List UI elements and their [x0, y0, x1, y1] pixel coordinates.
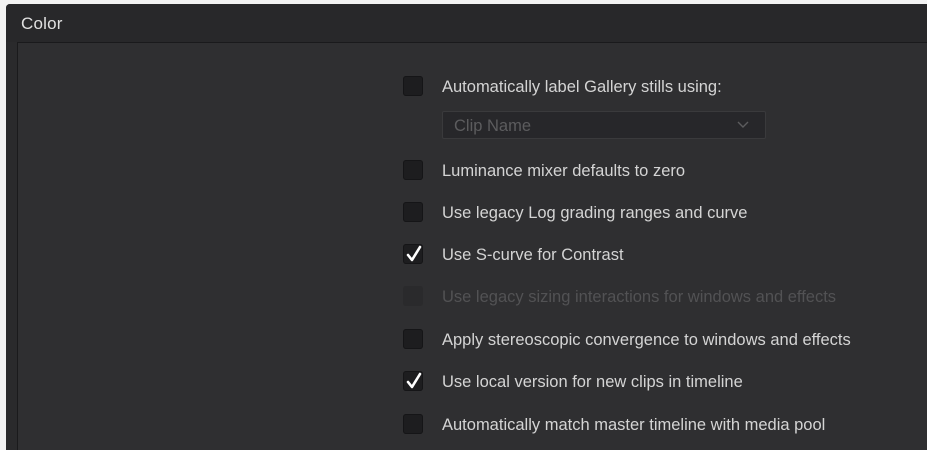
checkmark-icon: [406, 245, 422, 262]
luminance-mixer-label: Luminance mixer defaults to zero: [442, 162, 686, 180]
legacy-log-label: Use legacy Log grading ranges and curve: [442, 204, 748, 222]
gallery-label-text: Automatically label Gallery stills using…: [442, 78, 722, 96]
stereoscopic-checkbox[interactable]: [403, 329, 423, 349]
local-version-label: Use local version for new clips in timel…: [442, 373, 743, 391]
dropdown-value: Clip Name: [454, 117, 532, 135]
luminance-mixer-checkbox[interactable]: [403, 160, 423, 180]
legacy-log-checkbox[interactable]: [403, 202, 423, 222]
s-curve-checkbox[interactable]: [403, 244, 423, 264]
gallery-label-dropdown[interactable]: Clip Name: [442, 111, 766, 139]
s-curve-label: Use S-curve for Contrast: [442, 246, 624, 264]
chevron-down-icon: [737, 121, 749, 128]
checkmark-icon: [406, 372, 422, 389]
legacy-sizing-label: Use legacy sizing interactions for windo…: [442, 288, 837, 306]
local-version-checkbox[interactable]: [403, 371, 423, 391]
stereoscopic-label: Apply stereoscopic convergence to window…: [442, 331, 851, 349]
legacy-sizing-checkbox: [403, 286, 423, 306]
match-master-label: Automatically match master timeline with…: [442, 416, 826, 434]
match-master-checkbox[interactable]: [403, 414, 423, 434]
gallery-label-checkbox[interactable]: [403, 76, 423, 96]
section-header: Color: [6, 4, 927, 42]
section-title: Color: [21, 14, 63, 33]
preferences-window: Color Automatically label Gallery stills…: [6, 4, 927, 450]
color-settings-panel: Automatically label Gallery stills using…: [17, 42, 927, 450]
